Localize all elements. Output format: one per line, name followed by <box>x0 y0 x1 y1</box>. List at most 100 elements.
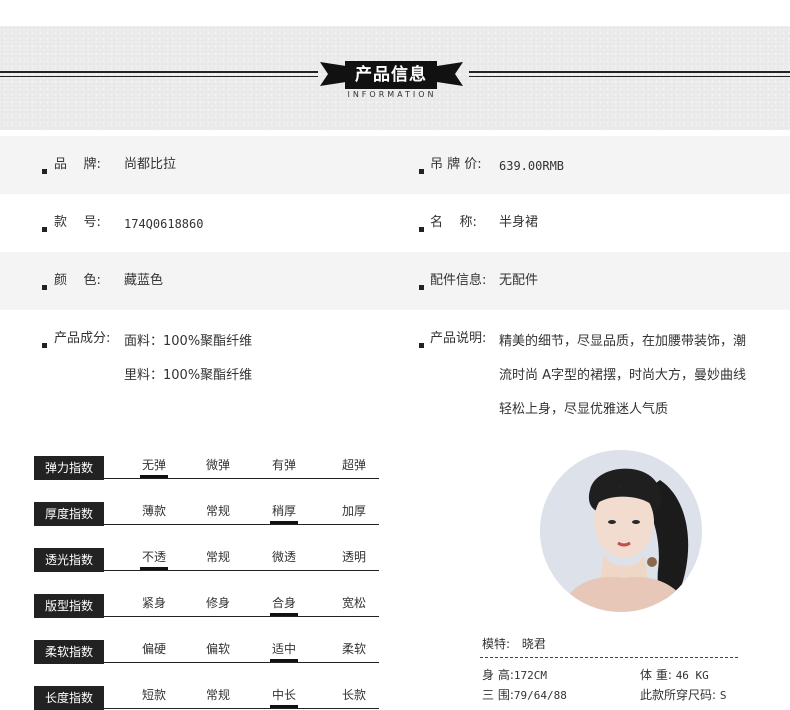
index-option: 紧身 <box>141 596 166 610</box>
model-name-label: 模特: <box>482 637 511 651</box>
index-row: 厚度指数 薄款 常规 稍厚 加厚 <box>34 502 379 526</box>
index-option: 微弹 <box>205 458 230 472</box>
index-label: 透光指数 <box>34 548 104 572</box>
composition-label: 产品成分: <box>54 331 111 346</box>
info-row-4: 产品成分: 面料：100%聚酯纤维 里料：100%聚酯纤维 产品说明: 精美的细… <box>0 310 790 430</box>
top-strip <box>0 0 790 26</box>
model-portrait-icon <box>540 450 702 612</box>
size-label: 此款所穿尺码: <box>640 688 717 702</box>
index-row: 弹力指数 无弹 微弹 有弹 超弹 <box>34 456 379 480</box>
bullet-icon <box>42 285 47 290</box>
name-value: 半身裙 <box>499 215 539 230</box>
accessory-label: 配件信息: <box>430 273 487 288</box>
item-no-value: 174Q0618860 <box>124 217 204 231</box>
height-value: 172CM <box>513 669 547 682</box>
composition-line: 面料：100%聚酯纤维 <box>124 334 253 349</box>
model-size: 此款所穿尺码: S <box>640 686 727 703</box>
index-option: 透明 <box>341 550 366 564</box>
bullet-icon <box>42 169 47 174</box>
header-rule-right-thin <box>469 76 790 77</box>
description-line: 流时尚 A字型的裙摆，时尚大方，曼妙曲线 <box>499 368 747 383</box>
info-row-2: 款 号: 174Q0618860 名 称: 半身裙 <box>0 194 790 252</box>
info-row-3: 颜 色: 藏蓝色 配件信息: 无配件 <box>0 252 790 310</box>
measure-label: 三 围: <box>482 688 514 702</box>
description-line: 精美的细节，尽显品质，在加腰带装饰，潮 <box>499 334 747 349</box>
index-option: 长款 <box>341 688 366 702</box>
page-subtitle: INFORMATION <box>347 90 437 99</box>
index-row: 透光指数 不透 常规 微透 透明 <box>34 548 379 572</box>
ribbon-left-icon <box>320 62 346 86</box>
index-option: 薄款 <box>141 504 166 518</box>
index-option: 修身 <box>205 596 230 610</box>
ribbon-right-icon <box>437 62 463 86</box>
index-option-selected: 中长 <box>264 686 304 708</box>
model-name-value: 晓君 <box>521 637 546 651</box>
index-option: 柔软 <box>341 642 366 656</box>
index-option-selected: 合身 <box>264 594 304 616</box>
index-option: 常规 <box>205 504 230 518</box>
item-no-label: 款 号: <box>54 215 101 230</box>
index-label: 版型指数 <box>34 594 104 618</box>
model-measure: 三 围:79/64/88 <box>482 686 567 703</box>
index-rule <box>104 662 379 663</box>
index-option: 超弹 <box>341 458 366 472</box>
index-option-selected: 适中 <box>264 640 304 662</box>
model-name: 模特: 晓君 <box>482 635 546 652</box>
index-rule <box>104 708 379 709</box>
description-label: 产品说明: <box>430 331 487 346</box>
brand-value: 尚都比拉 <box>124 157 177 172</box>
weight-value: 46 KG <box>675 669 709 682</box>
price-label: 吊 牌 价: <box>430 157 482 172</box>
info-header: 产品信息 INFORMATION <box>0 26 790 130</box>
price-value: 639.00RMB <box>499 159 565 173</box>
model-height: 身 高:172CM <box>482 666 547 683</box>
info-row-1: 品 牌: 尚都比拉 吊 牌 价: 639.00RMB <box>0 136 790 194</box>
model-weight: 体 重: 46 KG <box>640 666 709 683</box>
header-rule-left <box>0 71 318 73</box>
index-rule <box>104 524 379 525</box>
accessory-value: 无配件 <box>499 273 539 288</box>
index-option: 常规 <box>205 688 230 702</box>
color-label: 颜 色: <box>54 273 101 288</box>
index-rule <box>104 616 379 617</box>
index-option: 偏硬 <box>141 642 166 656</box>
index-row: 柔软指数 偏硬 偏软 适中 柔软 <box>34 640 379 664</box>
index-option-selected: 无弹 <box>134 456 174 478</box>
index-label: 厚度指数 <box>34 502 104 526</box>
measure-value: 79/64/88 <box>513 689 567 702</box>
bullet-icon <box>419 227 424 232</box>
index-option: 微透 <box>271 550 296 564</box>
index-label: 弹力指数 <box>34 456 104 480</box>
index-rule <box>104 478 379 479</box>
index-option: 常规 <box>205 550 230 564</box>
weight-label: 体 重: <box>640 668 672 682</box>
description-line: 轻松上身，尽显优雅迷人气质 <box>499 402 669 417</box>
index-option-selected: 不透 <box>134 548 174 570</box>
index-option: 加厚 <box>341 504 366 518</box>
index-row: 版型指数 紧身 修身 合身 宽松 <box>34 594 379 618</box>
header-rule-left-thin <box>0 76 318 77</box>
model-photo <box>540 450 702 612</box>
bullet-icon <box>419 169 424 174</box>
index-rule <box>104 570 379 571</box>
bullet-icon <box>419 343 424 348</box>
bullet-icon <box>419 285 424 290</box>
index-label: 柔软指数 <box>34 640 104 664</box>
header-rule-right <box>469 71 790 73</box>
index-option: 有弹 <box>271 458 296 472</box>
index-label: 长度指数 <box>34 686 104 710</box>
color-value: 藏蓝色 <box>124 273 164 288</box>
index-option: 宽松 <box>341 596 366 610</box>
height-label: 身 高: <box>482 668 514 682</box>
composition-line: 里料：100%聚酯纤维 <box>124 368 253 383</box>
name-label: 名 称: <box>430 215 477 230</box>
index-option: 短款 <box>141 688 166 702</box>
index-row: 长度指数 短款 常规 中长 长款 <box>34 686 379 710</box>
bullet-icon <box>42 343 47 348</box>
index-option: 偏软 <box>205 642 230 656</box>
page-title: 产品信息 <box>345 61 437 89</box>
size-value: S <box>719 689 727 702</box>
brand-label: 品 牌: <box>54 157 101 172</box>
bullet-icon <box>42 227 47 232</box>
index-option-selected: 稍厚 <box>264 502 304 524</box>
